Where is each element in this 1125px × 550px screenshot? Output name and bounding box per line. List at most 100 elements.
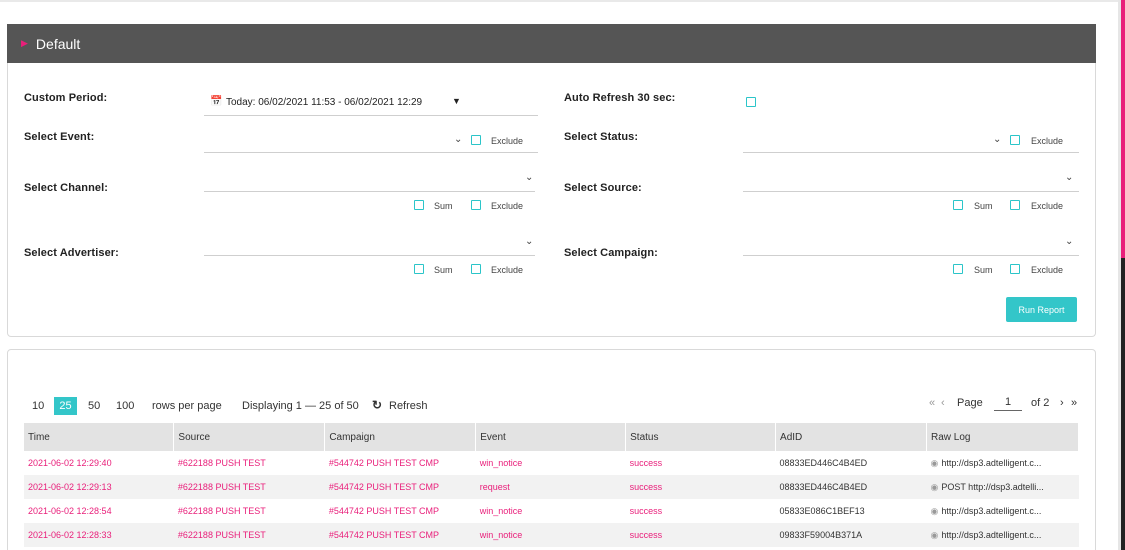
campaign-exclude-label: Exclude <box>1031 265 1064 275</box>
select-source-dropdown[interactable] <box>743 174 1079 192</box>
source-sum-checkbox[interactable] <box>953 200 963 210</box>
raw-log-text[interactable]: http://dsp3.adtelligent.c... <box>941 530 1041 540</box>
campaign-sum-checkbox[interactable] <box>953 264 963 274</box>
chevron-down-icon[interactable]: ⌄ <box>454 134 462 145</box>
cell-source[interactable]: #622188 PUSH TEST <box>173 475 325 499</box>
page-size-10[interactable]: 10 <box>32 400 44 412</box>
cell-campaign[interactable]: #544742 PUSH TEST CMP <box>325 451 476 475</box>
table-row: 2021-06-02 12:29:13 #622188 PUSH TEST #5… <box>24 475 1079 499</box>
chevron-down-icon[interactable]: ⌄ <box>525 236 533 247</box>
calendar-icon: 📅 <box>210 96 223 107</box>
custom-period-picker[interactable]: 📅 Today: 06/02/2021 11:53 - 06/02/2021 1… <box>204 96 538 116</box>
displaying-count: Displaying 1 — 25 of 50 <box>242 400 359 412</box>
refresh-icon[interactable]: ↻ <box>372 398 382 412</box>
raw-log-text[interactable]: http://dsp3.adtelligent.c... <box>941 458 1041 468</box>
scrollbar-thumb[interactable] <box>1121 0 1125 258</box>
scrollbar-lower <box>1121 258 1125 550</box>
advertiser-exclude-label: Exclude <box>491 265 524 275</box>
channel-sum-checkbox[interactable] <box>414 200 424 210</box>
chevron-down-icon[interactable]: ⌄ <box>525 172 533 183</box>
raw-log-text[interactable]: http://dsp3.adtelligent.c... <box>941 506 1041 516</box>
cell-raw-log[interactable]: ◉ http://dsp3.adtelligent.c... <box>926 499 1078 523</box>
last-page-icon[interactable]: » <box>1071 397 1077 409</box>
cell-event: win_notice <box>475 523 626 547</box>
event-exclude-checkbox[interactable] <box>471 135 481 145</box>
cell-adid: 08833ED446C4B4ED <box>779 458 868 468</box>
cell-campaign[interactable]: #544742 PUSH TEST CMP <box>324 523 476 547</box>
event-exclude-label: Exclude <box>491 136 524 146</box>
select-event-dropdown[interactable] <box>204 135 538 153</box>
auto-refresh-checkbox[interactable] <box>746 97 756 107</box>
triangle-right-icon[interactable]: ▶ <box>21 38 28 49</box>
cell-time: 2021-06-02 12:29:40 <box>28 458 112 468</box>
table-row: 2021-06-02 12:29:40 #622188 PUSH TEST #5… <box>24 451 1079 475</box>
page-size-50[interactable]: 50 <box>88 400 100 412</box>
select-advertiser-dropdown[interactable] <box>204 238 535 256</box>
panel-title: Default <box>35 35 81 52</box>
page-scrollbar[interactable] <box>1118 0 1125 550</box>
first-page-icon[interactable]: « <box>929 397 935 409</box>
select-status-label: Select Status: <box>564 131 639 143</box>
column-header-campaign[interactable]: Campaign <box>324 423 477 451</box>
campaign-exclude-checkbox[interactable] <box>1010 264 1020 274</box>
cell-raw-log[interactable]: ◉ http://dsp3.adtelligent.c... <box>926 451 1078 475</box>
custom-period-label: Custom Period: <box>24 92 108 104</box>
cell-status: success <box>629 458 663 468</box>
advertiser-exclude-checkbox[interactable] <box>471 264 481 274</box>
prev-page-icon[interactable]: ‹ <box>941 397 945 409</box>
cell-source[interactable]: #622188 PUSH TEST <box>174 451 325 475</box>
column-header-raw-log[interactable]: Raw Log <box>926 423 1080 451</box>
cell-campaign[interactable]: #544742 PUSH TEST CMP <box>325 499 476 523</box>
cell-event: win_notice <box>479 506 523 516</box>
status-exclude-label: Exclude <box>1031 136 1064 146</box>
page-number-input[interactable]: 1 <box>994 396 1022 411</box>
run-report-button[interactable]: Run Report <box>1006 297 1077 322</box>
page-label: Page <box>957 397 983 409</box>
cell-raw-log[interactable]: ◉ POST http://dsp3.adtelli... <box>926 475 1079 499</box>
column-header-adid[interactable]: AdID <box>775 423 927 451</box>
eye-icon[interactable]: ◉ <box>930 458 938 468</box>
cell-source[interactable]: #622188 PUSH TEST <box>174 499 325 523</box>
column-header-status[interactable]: Status <box>625 423 777 451</box>
select-campaign-dropdown[interactable] <box>743 238 1079 256</box>
chevron-down-icon[interactable]: ⌄ <box>1065 172 1073 183</box>
table-header-row: Time Source Campaign Event Status AdID R… <box>24 423 1080 451</box>
panel-header[interactable]: ▶ Default <box>7 24 1096 63</box>
channel-exclude-checkbox[interactable] <box>471 200 481 210</box>
page-size-25[interactable]: 25 <box>54 397 77 415</box>
cell-adid: 08833ED446C4B4ED <box>775 475 927 499</box>
page-size-100[interactable]: 100 <box>116 400 134 412</box>
refresh-link[interactable]: Refresh <box>389 400 428 412</box>
eye-icon[interactable]: ◉ <box>930 506 938 516</box>
select-status-dropdown[interactable] <box>743 135 1079 153</box>
status-exclude-checkbox[interactable] <box>1010 135 1020 145</box>
cell-source[interactable]: #622188 PUSH TEST <box>173 523 325 547</box>
table-row: 2021-06-02 12:28:54 #622188 PUSH TEST #5… <box>24 499 1079 523</box>
cell-time: 2021-06-02 12:28:33 <box>24 523 174 547</box>
eye-icon[interactable]: ◉ <box>930 482 938 492</box>
cell-time: 2021-06-02 12:29:13 <box>24 475 174 499</box>
channel-sum-label: Sum <box>434 201 453 211</box>
raw-log-text[interactable]: POST http://dsp3.adtelli... <box>941 482 1043 492</box>
cell-time: 2021-06-02 12:28:54 <box>28 506 112 516</box>
chevron-down-icon[interactable]: ⌄ <box>1065 236 1073 247</box>
chevron-down-icon[interactable]: ⌄ <box>993 134 1001 145</box>
caret-down-icon: ▼ <box>452 96 461 106</box>
column-header-source[interactable]: Source <box>173 423 326 451</box>
column-header-time[interactable]: Time <box>24 423 175 451</box>
advertiser-sum-checkbox[interactable] <box>414 264 424 274</box>
cell-campaign[interactable]: #544742 PUSH TEST CMP <box>324 475 476 499</box>
next-page-icon[interactable]: › <box>1060 397 1064 409</box>
cell-adid: 09833F59004B371A <box>775 523 927 547</box>
select-campaign-label: Select Campaign: <box>564 247 658 259</box>
cell-event: win_notice <box>479 458 523 468</box>
eye-icon[interactable]: ◉ <box>930 530 938 540</box>
cell-raw-log[interactable]: ◉ http://dsp3.adtelligent.c... <box>926 523 1079 547</box>
table-row: 2021-06-02 12:28:33 #622188 PUSH TEST #5… <box>24 523 1079 547</box>
select-channel-dropdown[interactable] <box>204 174 535 192</box>
column-header-event[interactable]: Event <box>475 423 627 451</box>
source-exclude-checkbox[interactable] <box>1010 200 1020 210</box>
cell-event: request <box>475 475 626 499</box>
auto-refresh-label: Auto Refresh 30 sec: <box>564 92 676 104</box>
select-event-label: Select Event: <box>24 131 95 143</box>
